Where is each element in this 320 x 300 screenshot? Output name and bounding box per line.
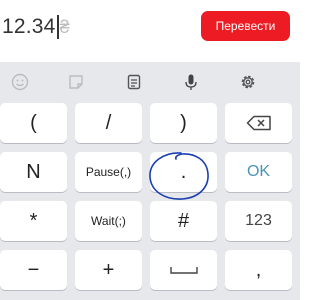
key-close-paren[interactable]: ) bbox=[150, 103, 217, 143]
text-cursor bbox=[56, 15, 59, 39]
backspace-icon bbox=[246, 115, 271, 131]
key-asterisk[interactable]: * bbox=[0, 201, 67, 241]
key-slash[interactable]: / bbox=[75, 103, 142, 143]
space-key[interactable] bbox=[150, 250, 217, 290]
keyboard-toolbar bbox=[0, 62, 300, 100]
key-wait[interactable]: Wait(;) bbox=[75, 201, 142, 241]
clipboard-icon[interactable] bbox=[123, 71, 145, 93]
microphone-icon[interactable] bbox=[180, 71, 202, 93]
key-hash[interactable]: # bbox=[150, 201, 217, 241]
key-minus[interactable]: − bbox=[0, 250, 67, 290]
key-n[interactable]: N bbox=[0, 152, 67, 192]
currency-symbol: ₴ bbox=[59, 16, 70, 37]
emoji-icon[interactable] bbox=[9, 71, 31, 93]
key-ok[interactable]: OK bbox=[225, 152, 292, 192]
convert-button[interactable]: Перевести bbox=[201, 11, 290, 41]
key-period[interactable]: . bbox=[150, 152, 217, 192]
sticker-icon[interactable] bbox=[65, 71, 87, 93]
key-open-paren[interactable]: ( bbox=[0, 103, 67, 143]
space-icon bbox=[169, 267, 198, 274]
top-bar: 12.34 ₴ Перевести bbox=[0, 0, 300, 60]
amount-value: 12.34 bbox=[2, 15, 56, 38]
backspace-key[interactable] bbox=[225, 103, 292, 143]
settings-icon[interactable] bbox=[237, 71, 259, 93]
key-123[interactable]: 123 bbox=[225, 201, 292, 241]
key-pause[interactable]: Pause(,) bbox=[75, 152, 142, 192]
key-plus[interactable]: + bbox=[75, 250, 142, 290]
keyboard: ( / ) N Pause(,) . OK * Wait(;) # 123 − … bbox=[0, 62, 300, 300]
amount-input[interactable]: 12.34 ₴ bbox=[0, 8, 110, 46]
key-comma[interactable]: , bbox=[225, 250, 292, 290]
